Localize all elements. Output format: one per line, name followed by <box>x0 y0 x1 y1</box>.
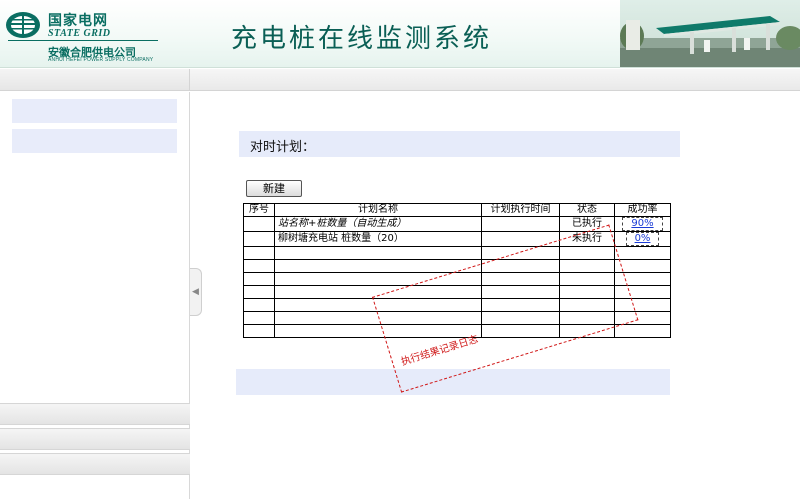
column-header-rate: 成功率 <box>614 203 671 217</box>
plan-header-panel: 对时计划： <box>239 131 680 157</box>
annotation-text: 执行结果记录日志 <box>399 334 480 369</box>
state-grid-emblem-icon <box>6 12 40 38</box>
charging-station-image <box>620 0 800 67</box>
sidebar-toolbar <box>0 69 190 91</box>
column-header-index: 序号 <box>243 203 275 217</box>
success-rate-link[interactable]: 0% <box>625 232 660 246</box>
sidebar-item-1[interactable] <box>12 99 177 123</box>
row-exec-time <box>481 216 560 232</box>
sidebar <box>0 92 190 499</box>
row-index <box>243 231 275 247</box>
state-grid-logo: 国家电网 STATE GRID 安徽合肥供电公司 ANHUI HEFEI POW… <box>4 6 164 63</box>
row-success-rate: 90% <box>614 216 671 232</box>
logo-text-cn: 国家电网 <box>48 13 108 29</box>
column-header-time: 计划执行时间 <box>481 203 560 217</box>
sidebar-section-2[interactable] <box>0 428 190 450</box>
success-rate-link[interactable]: 90% <box>622 217 663 231</box>
sidebar-section-1[interactable] <box>0 403 190 425</box>
table-header-row: 序号 计划名称 计划执行时间 状态 成功率 <box>243 203 671 217</box>
row-index <box>243 216 275 232</box>
plan-title: 对时计划： <box>250 140 316 155</box>
row-plan-name: 柳树塘充电站 桩数量（20） <box>274 231 482 247</box>
new-plan-button[interactable]: 新建 <box>246 180 302 197</box>
row-success-rate: 0% <box>614 231 671 247</box>
sidebar-section-3[interactable] <box>0 453 190 475</box>
logo-text-en: STATE GRID <box>48 28 111 39</box>
chevron-left-icon: ◀ <box>192 287 199 297</box>
main-toolbar <box>190 69 800 91</box>
sidebar-collapse-handle[interactable]: ◀ <box>190 268 202 316</box>
column-header-name: 计划名称 <box>274 203 482 217</box>
system-title: 充电桩在线监测系统 <box>231 24 493 54</box>
sidebar-item-2[interactable] <box>12 129 177 153</box>
logo-divider <box>8 40 158 41</box>
app-header: 国家电网 STATE GRID 安徽合肥供电公司 ANHUI HEFEI POW… <box>0 0 800 68</box>
column-header-status: 状态 <box>559 203 615 217</box>
row-plan-name: 站名称+桩数量（自动生成） <box>274 216 482 232</box>
company-name-en: ANHUI HEFEI POWER SUPPLY COMPANY <box>48 57 154 63</box>
